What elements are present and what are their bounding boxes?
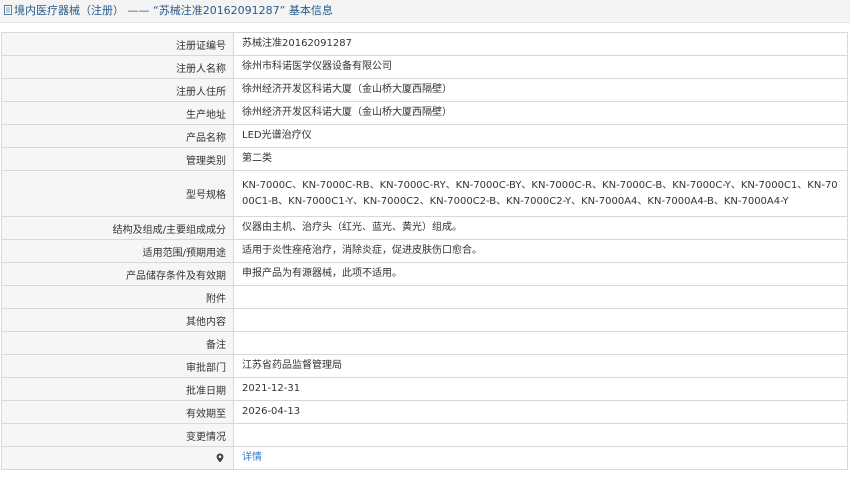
row-label: 产品名称 <box>1 124 234 148</box>
table-row: 有效期至 2026-04-13 <box>1 400 848 424</box>
row-label: 有效期至 <box>1 400 234 424</box>
row-value: 适用于炎性痤疮治疗，消除炎症，促进皮肤伤口愈合。 <box>233 239 848 263</box>
table-row: 其他内容 <box>1 308 848 332</box>
row-value: 徐州市科诺医学仪器设备有限公司 <box>233 55 848 79</box>
location-pin-icon <box>216 453 224 462</box>
row-value: 徐州经济开发区科诺大厦（金山桥大厦西隔壁） <box>233 78 848 102</box>
row-value: 苏械注准20162091287 <box>233 32 848 56</box>
row-value <box>233 331 848 355</box>
detail-value-cell: 详情 <box>233 446 848 470</box>
row-value: 2021-12-31 <box>233 377 848 401</box>
table-row: 注册人住所 徐州经济开发区科诺大厦（金山桥大厦西隔壁） <box>1 78 848 102</box>
row-label: 产品储存条件及有效期 <box>1 262 234 286</box>
table-row: 审批部门 江苏省药品监督管理局 <box>1 354 848 378</box>
table-row: 批准日期 2021-12-31 <box>1 377 848 401</box>
row-label: 结构及组成/主要组成成分 <box>1 216 234 240</box>
row-value: 仪器由主机、治疗头（红光、蓝光、黄光）组成。 <box>233 216 848 240</box>
table-row: 注册证编号 苏械注准20162091287 <box>1 32 848 56</box>
page-title-bar: 境内医疗器械（注册） —— “苏械注准20162091287” 基本信息 <box>0 0 850 23</box>
row-value: 申报产品为有源器械，此项不适用。 <box>233 262 848 286</box>
row-value <box>233 308 848 332</box>
row-label: 变更情况 <box>1 423 234 447</box>
table-row-detail: 详情 <box>1 446 848 470</box>
document-icon <box>4 5 12 15</box>
row-value: 徐州经济开发区科诺大厦（金山桥大厦西隔壁） <box>233 101 848 125</box>
table-row: 变更情况 <box>1 423 848 447</box>
row-label: 附件 <box>1 285 234 309</box>
row-label: 型号规格 <box>1 170 234 217</box>
info-table: 注册证编号 苏械注准20162091287 注册人名称 徐州市科诺医学仪器设备有… <box>1 32 848 470</box>
table-row: 型号规格 KN-7000C、KN-7000C-RB、KN-7000C-RY、KN… <box>1 170 848 217</box>
table-row: 产品储存条件及有效期 申报产品为有源器械，此项不适用。 <box>1 262 848 286</box>
row-label: 注册证编号 <box>1 32 234 56</box>
detail-link[interactable]: 详情 <box>242 452 262 463</box>
table-row: 注册人名称 徐州市科诺医学仪器设备有限公司 <box>1 55 848 79</box>
row-value: 江苏省药品监督管理局 <box>233 354 848 378</box>
row-label: 生产地址 <box>1 101 234 125</box>
row-value: 第二类 <box>233 147 848 171</box>
table-row: 结构及组成/主要组成成分 仪器由主机、治疗头（红光、蓝光、黄光）组成。 <box>1 216 848 240</box>
table-row: 附件 <box>1 285 848 309</box>
row-value <box>233 285 848 309</box>
table-row: 备注 <box>1 331 848 355</box>
row-label: 注册人名称 <box>1 55 234 79</box>
row-value: LED光谱治疗仪 <box>233 124 848 148</box>
row-value <box>233 423 848 447</box>
row-label: 注册人住所 <box>1 78 234 102</box>
row-label: 备注 <box>1 331 234 355</box>
info-table-wrapper: 注册证编号 苏械注准20162091287 注册人名称 徐州市科诺医学仪器设备有… <box>1 32 848 470</box>
table-row: 管理类别 第二类 <box>1 147 848 171</box>
row-label: 其他内容 <box>1 308 234 332</box>
table-row: 产品名称 LED光谱治疗仪 <box>1 124 848 148</box>
row-value: 2026-04-13 <box>233 400 848 424</box>
row-label: 管理类别 <box>1 147 234 171</box>
table-row: 适用范围/预期用途 适用于炎性痤疮治疗，消除炎症，促进皮肤伤口愈合。 <box>1 239 848 263</box>
row-value: KN-7000C、KN-7000C-RB、KN-7000C-RY、KN-7000… <box>233 170 848 217</box>
row-label: 审批部门 <box>1 354 234 378</box>
page-title: 境内医疗器械（注册） —— “苏械注准20162091287” 基本信息 <box>14 4 333 17</box>
detail-label-cell <box>1 446 234 470</box>
table-row: 生产地址 徐州经济开发区科诺大厦（金山桥大厦西隔壁） <box>1 101 848 125</box>
row-label: 批准日期 <box>1 377 234 401</box>
row-label: 适用范围/预期用途 <box>1 239 234 263</box>
